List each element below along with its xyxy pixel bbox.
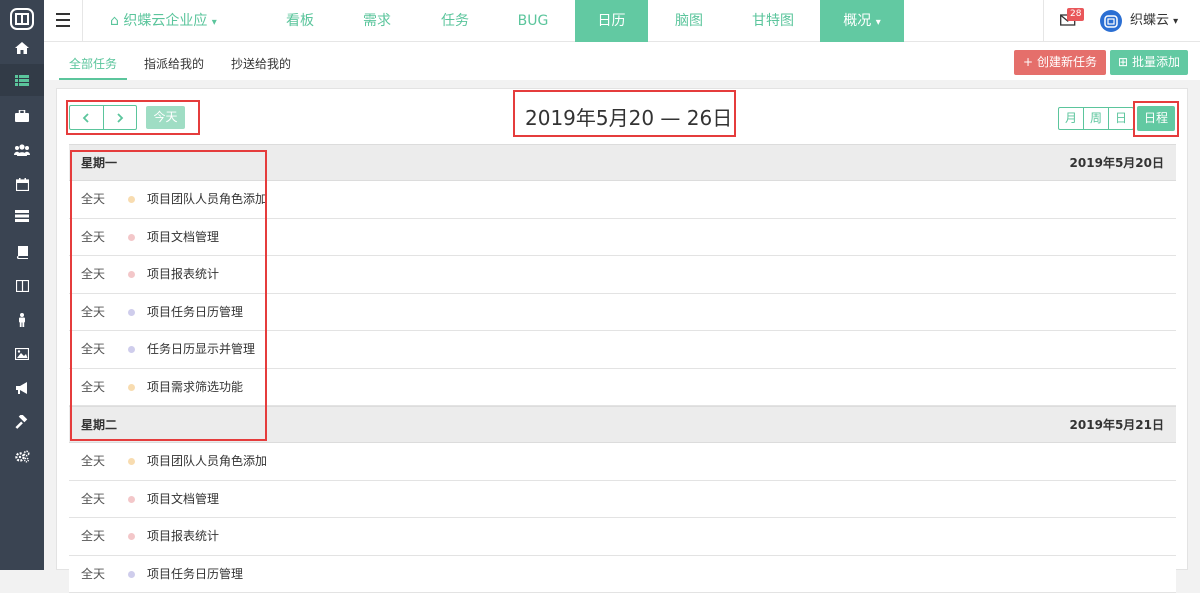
view-month-button[interactable]: 月 (1059, 108, 1083, 129)
top-nav-bar: ⌂ 织蝶云企业应 ▾ 看板 需求 任务 BUG 日历 脑图 甘特图 概况 ▾ 2… (44, 0, 1200, 42)
view-week-button[interactable]: 周 (1083, 108, 1108, 129)
tab-all-tasks[interactable]: 全部任务 (59, 42, 127, 80)
event-time: 全天 (81, 443, 105, 480)
home-icon[interactable] (12, 38, 32, 58)
chevron-down-icon: ▾ (212, 17, 217, 28)
briefcase-icon[interactable] (12, 106, 32, 126)
project-name: 织蝶云企业应 (123, 13, 207, 29)
mail-count-badge: 28 (1067, 8, 1084, 21)
list-icon[interactable] (0, 64, 44, 96)
highlight-box (513, 90, 736, 137)
book-icon[interactable] (12, 242, 32, 262)
chevron-down-icon: ▾ (876, 17, 881, 28)
create-task-label: 创建新任务 (1037, 55, 1097, 69)
plus-icon: + (1023, 55, 1033, 69)
image-icon[interactable] (12, 344, 32, 364)
event-row[interactable]: 全天 项目团队人员角色添加 (69, 443, 1176, 481)
day-date: 2019年5月20日 (1070, 145, 1164, 182)
event-dot (128, 496, 135, 503)
tasks-icon[interactable] (12, 206, 32, 226)
event-time: 全天 (81, 481, 105, 518)
event-dot (128, 533, 135, 540)
nav-kanban[interactable]: 看板 (265, 0, 335, 42)
settings-icon[interactable] (12, 446, 32, 466)
event-row[interactable]: 全天 项目文档管理 (69, 481, 1176, 519)
users-icon[interactable] (12, 140, 32, 160)
highlight-box (66, 100, 200, 135)
event-title: 项目任务日历管理 (147, 556, 243, 593)
nav-overview[interactable]: 概况 ▾ (820, 0, 904, 42)
menu-toggle-icon[interactable] (56, 13, 70, 27)
project-selector[interactable]: ⌂ 织蝶云企业应 ▾ (110, 0, 217, 42)
view-switcher: 月 周 日 (1058, 107, 1134, 130)
divider (82, 0, 83, 42)
event-title: 项目团队人员角色添加 (147, 443, 267, 480)
home-small-icon: ⌂ (110, 13, 119, 29)
event-dot (128, 458, 135, 465)
highlight-box (1133, 101, 1179, 137)
sidebar (0, 0, 44, 570)
nav-bug[interactable]: BUG (498, 0, 568, 42)
tab-cc-to-me[interactable]: 抄送给我的 (231, 42, 291, 80)
calendar-panel: 今天 2019年5月20 — 26日 月 周 日 日程 星期一 2019年5月2… (56, 88, 1188, 570)
batch-add-button[interactable]: ⊞ 批量添加 (1110, 50, 1188, 75)
bullhorn-icon[interactable] (12, 378, 32, 398)
event-row[interactable]: 全天 项目报表统计 (69, 518, 1176, 556)
gavel-icon[interactable] (12, 412, 32, 432)
tab-assigned-to-me[interactable]: 指派给我的 (144, 42, 204, 80)
event-time: 全天 (81, 518, 105, 555)
user-name: 织蝶云 (1130, 13, 1169, 28)
event-time: 全天 (81, 556, 105, 593)
columns-icon[interactable] (12, 276, 32, 296)
nav-gantt[interactable]: 甘特图 (733, 0, 813, 42)
highlight-box (70, 150, 267, 441)
nav-mindmap[interactable]: 脑图 (654, 0, 724, 42)
user-menu[interactable]: 织蝶云 ▾ (1130, 0, 1178, 43)
calendar-icon[interactable] (12, 174, 32, 194)
event-title: 项目报表统计 (147, 518, 219, 555)
batch-add-label: 批量添加 (1132, 55, 1180, 69)
event-dot (128, 571, 135, 578)
event-title: 项目文档管理 (147, 481, 219, 518)
person-icon[interactable] (12, 310, 32, 330)
avatar[interactable] (1100, 10, 1122, 32)
nav-tasks[interactable]: 任务 (420, 0, 490, 42)
nav-calendar[interactable]: 日历 (575, 0, 648, 42)
plus-square-icon: ⊞ (1118, 55, 1128, 69)
day-date: 2019年5月21日 (1070, 407, 1164, 444)
task-filter-bar: 全部任务 指派给我的 抄送给我的 + 创建新任务 ⊞ 批量添加 (44, 42, 1200, 80)
nav-overview-label: 概况 (843, 13, 871, 29)
view-day-button[interactable]: 日 (1108, 108, 1133, 129)
chevron-down-icon: ▾ (1173, 16, 1178, 27)
nav-requirements[interactable]: 需求 (342, 0, 412, 42)
divider (1043, 0, 1044, 42)
logo-icon[interactable] (10, 8, 34, 30)
create-task-button[interactable]: + 创建新任务 (1014, 50, 1106, 75)
event-row[interactable]: 全天 项目任务日历管理 (69, 556, 1176, 593)
